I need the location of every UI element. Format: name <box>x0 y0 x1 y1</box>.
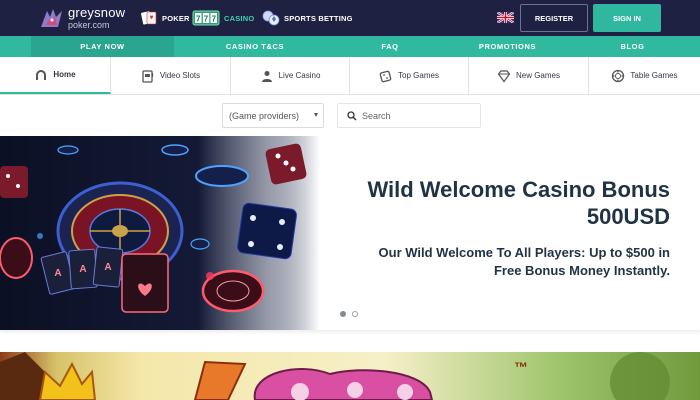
sports-balls-icon <box>262 10 280 26</box>
hero-subtitle-line2: Free Bonus Money Instantly. <box>493 263 670 278</box>
uk-flag-icon[interactable] <box>497 12 514 23</box>
wolf-logo-icon <box>41 9 62 27</box>
logo-name: greysnow <box>68 5 126 20</box>
product-sports-label: SPORTS BETTING <box>284 13 353 23</box>
svg-text:7: 7 <box>196 15 201 24</box>
dealer-icon <box>261 70 272 82</box>
svg-text:A: A <box>54 268 61 279</box>
slot-machine-icon <box>142 69 153 83</box>
chip-icon <box>612 69 625 82</box>
carousel-dot-2[interactable] <box>352 311 358 317</box>
logo-domain: poker.com <box>68 20 110 30</box>
main-nav: PLAY NOW CASINO T&CS FAQ PROMOTIONS BLOG <box>0 36 700 57</box>
category-video-slots[interactable]: Video Slots <box>111 57 231 94</box>
register-button[interactable]: REGISTER <box>520 4 588 32</box>
category-home[interactable]: Home <box>0 57 111 94</box>
slot-777-icon: 7 7 7 <box>192 10 220 26</box>
category-top-games-label: Top Games <box>398 71 439 80</box>
chevron-down-icon <box>314 113 318 117</box>
nav-play-now[interactable]: PLAY NOW <box>31 36 174 57</box>
svg-text:™: ™ <box>514 359 528 375</box>
search-box[interactable] <box>337 103 481 128</box>
category-table-games-label: Table Games <box>630 71 678 80</box>
diamond-icon <box>497 69 511 83</box>
product-poker[interactable]: POKER <box>140 8 190 28</box>
carousel-dots <box>340 311 358 319</box>
search-icon <box>347 111 357 121</box>
search-input[interactable] <box>362 107 474 125</box>
category-new-games[interactable]: New Games <box>469 57 589 94</box>
hero-subtitle-line1: Our Wild Welcome To All Players: Up to $… <box>378 245 670 260</box>
product-poker-label: POKER <box>162 13 190 23</box>
nav-faq[interactable]: FAQ <box>330 36 450 57</box>
svg-text:A: A <box>79 264 86 275</box>
product-casino-label: CASINO <box>224 13 255 23</box>
poker-cards-icon <box>141 11 157 25</box>
svg-text:7: 7 <box>212 15 217 24</box>
category-live-casino[interactable]: Live Casino <box>231 57 350 94</box>
category-video-slots-label: Video Slots <box>159 71 201 80</box>
category-new-games-label: New Games <box>515 71 560 80</box>
horseshoe-icon <box>36 69 47 80</box>
game-provider-select[interactable]: (Game providers) <box>222 103 324 128</box>
dice-icon <box>379 70 392 82</box>
nav-blog[interactable]: BLOG <box>580 36 685 57</box>
casino-hero-image: A A A <box>0 136 320 330</box>
product-sports-betting[interactable]: SPORTS BETTING <box>262 8 353 28</box>
category-home-label: Home <box>53 70 76 79</box>
svg-text:A: A <box>104 262 111 273</box>
game-promo-banner-image[interactable]: ™ <box>0 352 700 400</box>
sign-in-button[interactable]: SIGN IN <box>593 4 661 32</box>
hero-title: Wild Welcome Casino Bonus <box>367 177 670 202</box>
category-live-casino-label: Live Casino <box>278 71 321 80</box>
top-bar: greysnow poker.com POKER 7 7 7 CASINO SP… <box>0 0 700 36</box>
category-top-games[interactable]: Top Games <box>350 57 469 94</box>
svg-text:7: 7 <box>204 15 209 24</box>
category-table-games[interactable]: Table Games <box>589 57 700 94</box>
hero-banner[interactable]: A A A Wild Welcome Casino Bonus 500USD O… <box>0 136 700 330</box>
nav-promotions[interactable]: PROMOTIONS <box>450 36 565 57</box>
site-logo[interactable]: greysnow poker.com <box>38 5 130 31</box>
category-bar: Home Video Slots Live Casino Top Games N… <box>0 57 700 95</box>
carousel-dot-1[interactable] <box>340 311 346 317</box>
provider-select-value: (Game providers) <box>229 110 300 121</box>
nav-casino-tcs[interactable]: CASINO T&CS <box>185 36 325 57</box>
hero-title-amount: 500USD <box>586 204 670 229</box>
product-casino[interactable]: 7 7 7 CASINO <box>192 8 254 28</box>
